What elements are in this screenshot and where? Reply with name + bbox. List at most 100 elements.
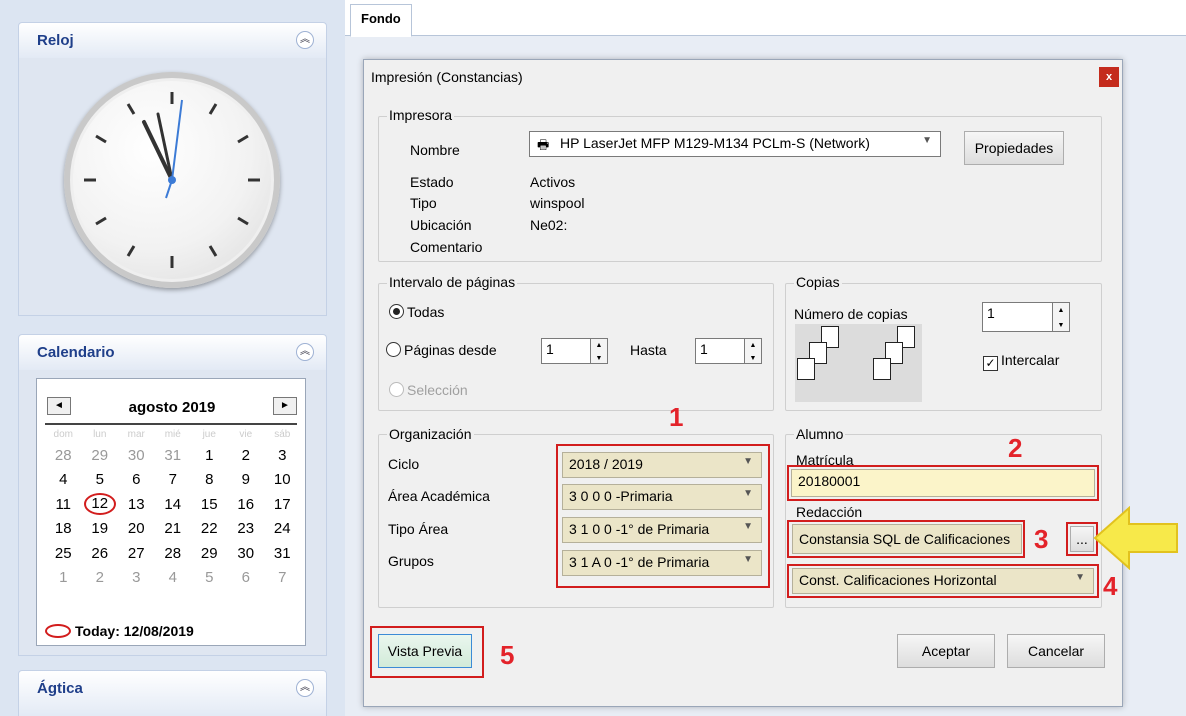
collapse-chevron-icon[interactable]: ︽ [296, 343, 314, 361]
collate-checkbox[interactable]: ✓ Intercalar [983, 352, 1059, 371]
radio-pages-from[interactable]: Páginas desde [386, 342, 497, 358]
calendar-day[interactable]: 19 [82, 517, 119, 542]
close-button[interactable]: x [1099, 67, 1119, 87]
accept-button[interactable]: Aceptar [897, 634, 995, 668]
properties-button[interactable]: Propiedades [964, 131, 1064, 165]
dialog-title: Impresión (Constancias) [371, 69, 523, 85]
radio-all[interactable]: Todas [389, 304, 444, 320]
calendar-day[interactable]: 23 [228, 517, 265, 542]
organization-group-label: Organización [387, 426, 474, 442]
tab-fondo[interactable]: Fondo [350, 4, 412, 37]
calendar-day[interactable]: 1 [45, 566, 82, 591]
tab-strip [345, 0, 1186, 36]
dow-label: jue [202, 428, 216, 440]
calendar-day[interactable]: 2 [82, 566, 119, 591]
collapse-chevron-icon[interactable]: ︽ [296, 679, 314, 697]
calendar-month-title: agosto 2019 [128, 399, 216, 416]
calendar-day[interactable]: 31 [155, 443, 192, 468]
printer-group-label: Impresora [387, 107, 455, 123]
calendar-day[interactable]: 3 [118, 566, 155, 591]
day-of-week-row: dom lun mar mié jue vie sáb [45, 425, 301, 443]
calendar-day[interactable]: 6 [228, 566, 265, 591]
calendar-day[interactable]: 4 [155, 566, 192, 591]
calendar-day[interactable]: 25 [45, 541, 82, 566]
ciclo-label: Ciclo [388, 456, 420, 472]
calendar-day[interactable]: 5 [82, 468, 119, 493]
calendar-week: 18 19 20 21 22 23 24 [45, 517, 301, 542]
calendar-day[interactable]: 14 [155, 492, 192, 517]
calendar-day[interactable]: 5 [191, 566, 228, 591]
type-value: winspool [530, 195, 585, 211]
tipo-area-label: Tipo Área [388, 521, 449, 537]
calendar-day[interactable]: 28 [155, 541, 192, 566]
calendar-day[interactable]: 26 [82, 541, 119, 566]
calendar-day-today[interactable]: 12 [82, 492, 119, 517]
highlight-box-1 [556, 444, 770, 588]
dow-label: mar [127, 428, 145, 440]
calendar-day[interactable]: 30 [228, 541, 265, 566]
analog-clock [64, 72, 280, 288]
calendar-day[interactable]: 18 [45, 517, 82, 542]
location-label: Ubicación [410, 217, 472, 233]
radio-checked-icon [389, 304, 404, 319]
calendar-day[interactable]: 21 [155, 517, 192, 542]
calendar-day[interactable]: 8 [191, 468, 228, 493]
calendar-day[interactable]: 4 [45, 468, 82, 493]
calendar-day[interactable]: 29 [191, 541, 228, 566]
dow-label: dom [53, 428, 73, 440]
calendar-day[interactable]: 22 [191, 517, 228, 542]
spinner-arrows-icon[interactable]: ▲ ▼ [1052, 302, 1070, 332]
dow-label: vie [239, 428, 253, 440]
calendar-day[interactable]: 20 [118, 517, 155, 542]
agtica-panel-header[interactable]: Ágtica ︽ [18, 670, 327, 716]
calendar-day[interactable]: 7 [264, 566, 301, 591]
calendar-day[interactable]: 11 [45, 492, 82, 517]
calendar-grid: dom lun mar mié jue vie sáb 28 29 30 31 … [45, 425, 301, 590]
calendar-day[interactable]: 13 [118, 492, 155, 517]
calendar-day[interactable]: 3 [264, 443, 301, 468]
collapse-chevron-icon[interactable]: ︽ [296, 31, 314, 49]
calendar-week: 1 2 3 4 5 6 7 [45, 566, 301, 591]
calendar-day[interactable]: 1 [191, 443, 228, 468]
calendar-day[interactable]: 28 [45, 443, 82, 468]
calendar-day[interactable]: 15 [191, 492, 228, 517]
today-link[interactable]: Today: 12/08/2019 [45, 623, 194, 639]
calendar-week: 28 29 30 31 1 2 3 [45, 443, 301, 468]
calendar-day[interactable]: 16 [228, 492, 265, 517]
calendar-day[interactable]: 17 [264, 492, 301, 517]
calendar-day[interactable]: 9 [228, 468, 265, 493]
calendar-day[interactable]: 30 [118, 443, 155, 468]
copies-value: 1 [987, 305, 995, 321]
page-icon [873, 358, 891, 380]
annotation-number-3: 3 [1034, 524, 1049, 554]
calendar-day[interactable]: 31 [264, 541, 301, 566]
today-marker: 12 [83, 493, 116, 516]
calendar-day[interactable]: 7 [155, 468, 192, 493]
calendar-day[interactable]: 2 [228, 443, 265, 468]
radio-all-label: Todas [407, 304, 445, 320]
left-arrow-icon [1093, 506, 1178, 570]
collate-illustration [795, 324, 922, 402]
calendar-day[interactable]: 10 [264, 468, 301, 493]
to-page-spinner[interactable]: 1 ▲ ▼ [695, 338, 762, 364]
next-month-button[interactable]: ► [273, 397, 297, 415]
dow-label: sáb [274, 428, 291, 440]
calendar-day[interactable]: 24 [264, 517, 301, 542]
spinner-arrows-icon[interactable]: ▲ ▼ [744, 338, 762, 364]
calendar-day[interactable]: 6 [118, 468, 155, 493]
redaccion-label: Redacción [796, 504, 863, 520]
copies-count-label: Número de copias [794, 306, 908, 322]
calendar-week: 25 26 27 28 29 30 31 [45, 541, 301, 566]
from-page-spinner[interactable]: 1 ▲ ▼ [541, 338, 608, 364]
calendar-panel-header[interactable]: Calendario ︽ [18, 334, 327, 370]
prev-month-button[interactable]: ◄ [47, 397, 71, 415]
calendar-day[interactable]: 29 [82, 443, 119, 468]
cancel-button[interactable]: Cancelar [1007, 634, 1105, 668]
spinner-arrows-icon[interactable]: ▲ ▼ [590, 338, 608, 364]
clock-panel-header[interactable]: Reloj ︽ [18, 22, 327, 58]
calendar-day[interactable]: 27 [118, 541, 155, 566]
printer-select[interactable]: 🖶 HP LaserJet MFP M129-M134 PCLm-S (Netw… [529, 131, 941, 157]
radio-disabled-icon [389, 382, 404, 397]
clock-panel-title: Reloj [37, 32, 74, 49]
copies-spinner[interactable]: 1 ▲ ▼ [982, 302, 1070, 332]
